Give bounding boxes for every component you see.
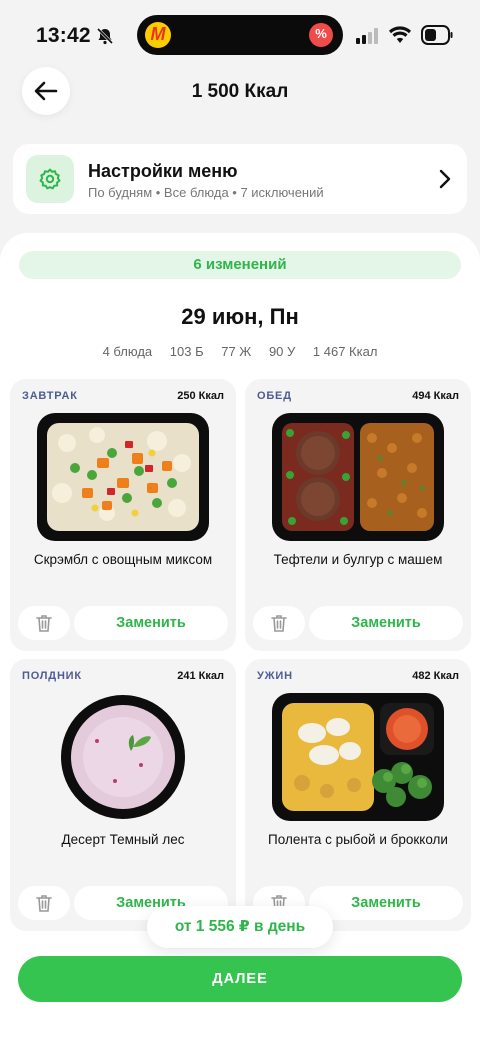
meal-type: ПОЛДНИК (22, 670, 82, 682)
meal-kcal: 494 Ккал (412, 390, 459, 402)
stat-carbs: 90 У (268, 344, 296, 359)
gear-icon (39, 168, 61, 190)
meal-name: Скрэмбл с овощным миксом (33, 552, 213, 567)
meal-card-snack[interactable]: ПОЛДНИК 241 Ккал Десерт Темный лес Замен… (10, 659, 236, 931)
replace-meal-button[interactable]: Заменить (309, 606, 463, 640)
meal-card-breakfast[interactable]: ЗАВТРАК 250 Ккал Скрэмбл с овощным миксо… (10, 379, 236, 651)
next-button[interactable]: ДАЛЕЕ (18, 956, 462, 1002)
meal-kcal: 250 Ккал (177, 390, 224, 402)
meal-photo-meatballs (272, 413, 444, 541)
replace-meal-button[interactable]: Заменить (309, 886, 463, 920)
menu-settings-card[interactable]: Настройки меню По будням • Все блюда • 7… (13, 144, 467, 214)
meal-name: Тефтели и булгур с машем (273, 552, 443, 567)
meal-type: УЖИН (257, 670, 293, 682)
trash-icon (36, 615, 52, 632)
meal-kcal: 482 Ккал (412, 670, 459, 682)
trash-icon (36, 895, 52, 912)
meal-name: Десерт Темный лес (61, 832, 185, 847)
meal-card-dinner[interactable]: УЖИН 482 Ккал Полента с рыбой и брокколи… (245, 659, 471, 931)
replace-meal-button[interactable]: Заменить (74, 606, 228, 640)
changes-banner[interactable]: 6 изменений (19, 251, 461, 279)
meal-type: ЗАВТРАК (22, 390, 78, 402)
meal-photo-dessert (61, 695, 185, 819)
dynamic-island: M % (137, 15, 343, 55)
settings-icon-box (26, 155, 74, 203)
status-bar: 13:42 M % (0, 0, 480, 70)
day-stats: 4 блюда 103 Б 77 Ж 90 У 1 467 Ккал (0, 344, 480, 359)
meal-type: ОБЕД (257, 390, 292, 402)
app-logo-icon: M (145, 22, 171, 48)
discount-badge-icon: % (309, 23, 333, 47)
wifi-icon (389, 26, 411, 43)
delete-meal-button[interactable] (18, 886, 70, 920)
settings-subtitle: По будням • Все блюда • 7 исключений (88, 185, 324, 200)
settings-title: Настройки меню (88, 161, 238, 181)
price-per-day: от 1 556 ₽ в день (147, 906, 333, 948)
meal-kcal: 241 Ккал (177, 670, 224, 682)
delete-meal-button[interactable] (18, 606, 70, 640)
stat-dishes: 4 блюда (102, 344, 153, 359)
stat-fat: 77 Ж (221, 344, 252, 359)
delete-meal-button[interactable] (253, 606, 305, 640)
trash-icon (271, 615, 287, 632)
page-title: 1 500 Ккал (191, 81, 289, 102)
stat-protein: 103 Б (169, 344, 204, 359)
meal-card-lunch[interactable]: ОБЕД 494 Ккал Тефтели и булгур с машем З… (245, 379, 471, 651)
status-time: 13:42 (36, 24, 91, 47)
meal-photo-scramble (37, 413, 209, 541)
chevron-right-icon (439, 169, 451, 189)
battery-icon (421, 25, 453, 45)
bell-muted-icon (96, 27, 114, 45)
signal-icon (356, 28, 378, 44)
stat-kcal: 1 467 Ккал (312, 344, 378, 359)
meal-photo-polenta (272, 693, 444, 821)
day-title: 29 июн, Пн (181, 304, 299, 329)
meal-name: Полента с рыбой и брокколи (268, 832, 448, 847)
